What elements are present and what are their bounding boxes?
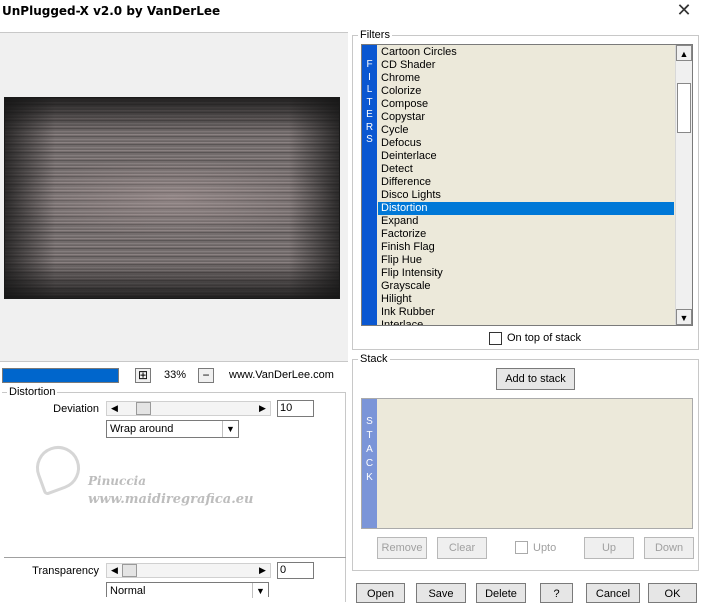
filter-item[interactable]: Hilight xyxy=(378,293,674,306)
filters-items: Cartoon Circles CD Shader Chrome Colorize Co… xyxy=(378,46,674,325)
filter-item[interactable]: Grayscale xyxy=(378,280,674,293)
deviation-slider[interactable]: ◀ ▶ xyxy=(106,401,271,416)
stack-list[interactable]: STACK xyxy=(361,398,693,529)
filter-item[interactable]: Compose xyxy=(378,98,674,111)
filter-item[interactable]: Ink Rubber xyxy=(378,306,674,319)
distortion-group-label: Distortion xyxy=(7,386,58,399)
strip-letter: A xyxy=(366,444,373,455)
scroll-left-icon[interactable]: ◀ xyxy=(107,402,122,415)
zoom-in-button[interactable]: ⊞ xyxy=(135,368,151,383)
filter-item[interactable]: Difference xyxy=(378,176,674,189)
filter-item[interactable]: Copystar xyxy=(378,111,674,124)
strip-letter: C xyxy=(365,458,374,469)
filters-list[interactable]: FILTERS Cartoon Circles CD Shader Chrome Co… xyxy=(361,44,693,326)
filter-item[interactable]: Interlace xyxy=(378,319,674,325)
scroll-right-icon[interactable]: ▶ xyxy=(255,564,270,577)
strip-letter: K xyxy=(366,472,373,483)
stack-group: Stack Add to stack STACK Remove Clear Up… xyxy=(352,353,699,571)
down-button[interactable]: Down xyxy=(644,537,694,559)
minus-icon: − xyxy=(202,368,210,382)
preview-panel xyxy=(0,32,348,362)
scrollbar-thumb[interactable] xyxy=(677,83,691,133)
close-icon[interactable]: ✕ xyxy=(673,0,695,22)
blend-mode-select[interactable]: Normal ▼ xyxy=(106,582,269,598)
zoom-level: 33% xyxy=(163,369,187,381)
watermark-name: Pinuccia xyxy=(88,474,146,488)
filters-group-label: Filters xyxy=(358,29,392,42)
chevron-down-icon[interactable]: ▼ xyxy=(222,421,238,437)
chevron-down-icon[interactable]: ▼ xyxy=(252,583,268,598)
zoom-out-button[interactable]: − xyxy=(198,368,214,383)
watermark: Pinuccia www.maidiregrafica.eu xyxy=(29,439,266,507)
strip-letter: S xyxy=(366,134,373,145)
scroll-up-icon[interactable]: ▲ xyxy=(676,45,692,61)
stack-group-label: Stack xyxy=(358,353,390,366)
filter-item[interactable]: Distortion xyxy=(378,202,674,215)
filters-group: Filters FILTERS Cartoon Circles CD Shader… xyxy=(352,29,699,350)
remove-button[interactable]: Remove xyxy=(377,537,427,559)
slider-thumb[interactable] xyxy=(136,402,151,415)
filter-item[interactable]: CD Shader xyxy=(378,59,674,72)
strip-letter: R xyxy=(365,121,374,133)
filter-item[interactable]: Flip Hue xyxy=(378,254,674,267)
filter-item[interactable]: Cycle xyxy=(378,124,674,137)
deviation-label: Deviation xyxy=(53,403,99,415)
open-button[interactable]: Open xyxy=(356,583,405,603)
delete-button[interactable]: Delete xyxy=(476,583,526,603)
strip-letter: L xyxy=(366,84,373,95)
plus-icon: ⊞ xyxy=(137,368,149,382)
window-title: UnPlugged-X v2.0 by VanDerLee xyxy=(2,4,221,18)
slider-thumb[interactable] xyxy=(122,564,137,577)
on-top-label: On top of stack xyxy=(507,332,581,344)
strip-letter: E xyxy=(366,109,373,120)
transparency-label: Transparency xyxy=(32,565,99,577)
scroll-down-icon[interactable]: ▼ xyxy=(676,309,692,325)
transparency-value-field[interactable]: 0 xyxy=(277,562,314,579)
strip-letter: F xyxy=(366,59,373,70)
preview-image[interactable] xyxy=(4,97,340,299)
add-to-stack-button[interactable]: Add to stack xyxy=(496,368,575,390)
strip-letter: T xyxy=(366,96,373,108)
save-button[interactable]: Save xyxy=(416,583,466,603)
progress-bar xyxy=(2,368,119,383)
transparency-slider[interactable]: ◀ ▶ xyxy=(106,563,271,578)
up-button[interactable]: Up xyxy=(584,537,634,559)
filter-item[interactable]: Deinterlace xyxy=(378,150,674,163)
heart-logo-icon xyxy=(29,439,87,497)
on-top-checkbox[interactable] xyxy=(489,332,502,345)
filter-item[interactable]: Cartoon Circles xyxy=(378,46,674,59)
filter-item[interactable]: Finish Flag xyxy=(378,241,674,254)
help-button[interactable]: ? xyxy=(540,583,573,603)
filter-item[interactable]: Detect xyxy=(378,163,674,176)
ok-button[interactable]: OK xyxy=(648,583,697,603)
filter-item[interactable]: Factorize xyxy=(378,228,674,241)
scroll-right-icon[interactable]: ▶ xyxy=(255,402,270,415)
filter-item[interactable]: Flip Intensity xyxy=(378,267,674,280)
strip-letter: S xyxy=(366,416,373,427)
clear-button[interactable]: Clear xyxy=(437,537,487,559)
wrap-mode-value: Wrap around xyxy=(110,423,174,435)
stack-strip: STACK xyxy=(362,399,377,528)
filter-item[interactable]: Colorize xyxy=(378,85,674,98)
scroll-left-icon[interactable]: ◀ xyxy=(107,564,122,577)
filters-strip: FILTERS xyxy=(362,45,377,325)
filter-item[interactable]: Disco Lights xyxy=(378,189,674,202)
filter-item[interactable]: Chrome xyxy=(378,72,674,85)
cancel-button[interactable]: Cancel xyxy=(586,583,640,603)
watermark-site: www.maidiregrafica.eu xyxy=(88,492,254,507)
upto-checkbox[interactable] xyxy=(515,541,528,554)
deviation-value-field[interactable]: 10 xyxy=(277,400,314,417)
website-link[interactable]: www.VanDerLee.com xyxy=(229,369,334,382)
filter-item[interactable]: Expand xyxy=(378,215,674,228)
filters-scrollbar[interactable]: ▲ ▼ xyxy=(675,45,692,325)
filter-item[interactable]: Defocus xyxy=(378,137,674,150)
strip-letter: I xyxy=(368,71,371,83)
strip-letter: T xyxy=(366,430,373,441)
upto-label: Upto xyxy=(533,542,557,554)
wrap-mode-select[interactable]: Wrap around ▼ xyxy=(106,420,239,438)
divider xyxy=(4,557,346,558)
blend-mode-value: Normal xyxy=(110,585,146,597)
